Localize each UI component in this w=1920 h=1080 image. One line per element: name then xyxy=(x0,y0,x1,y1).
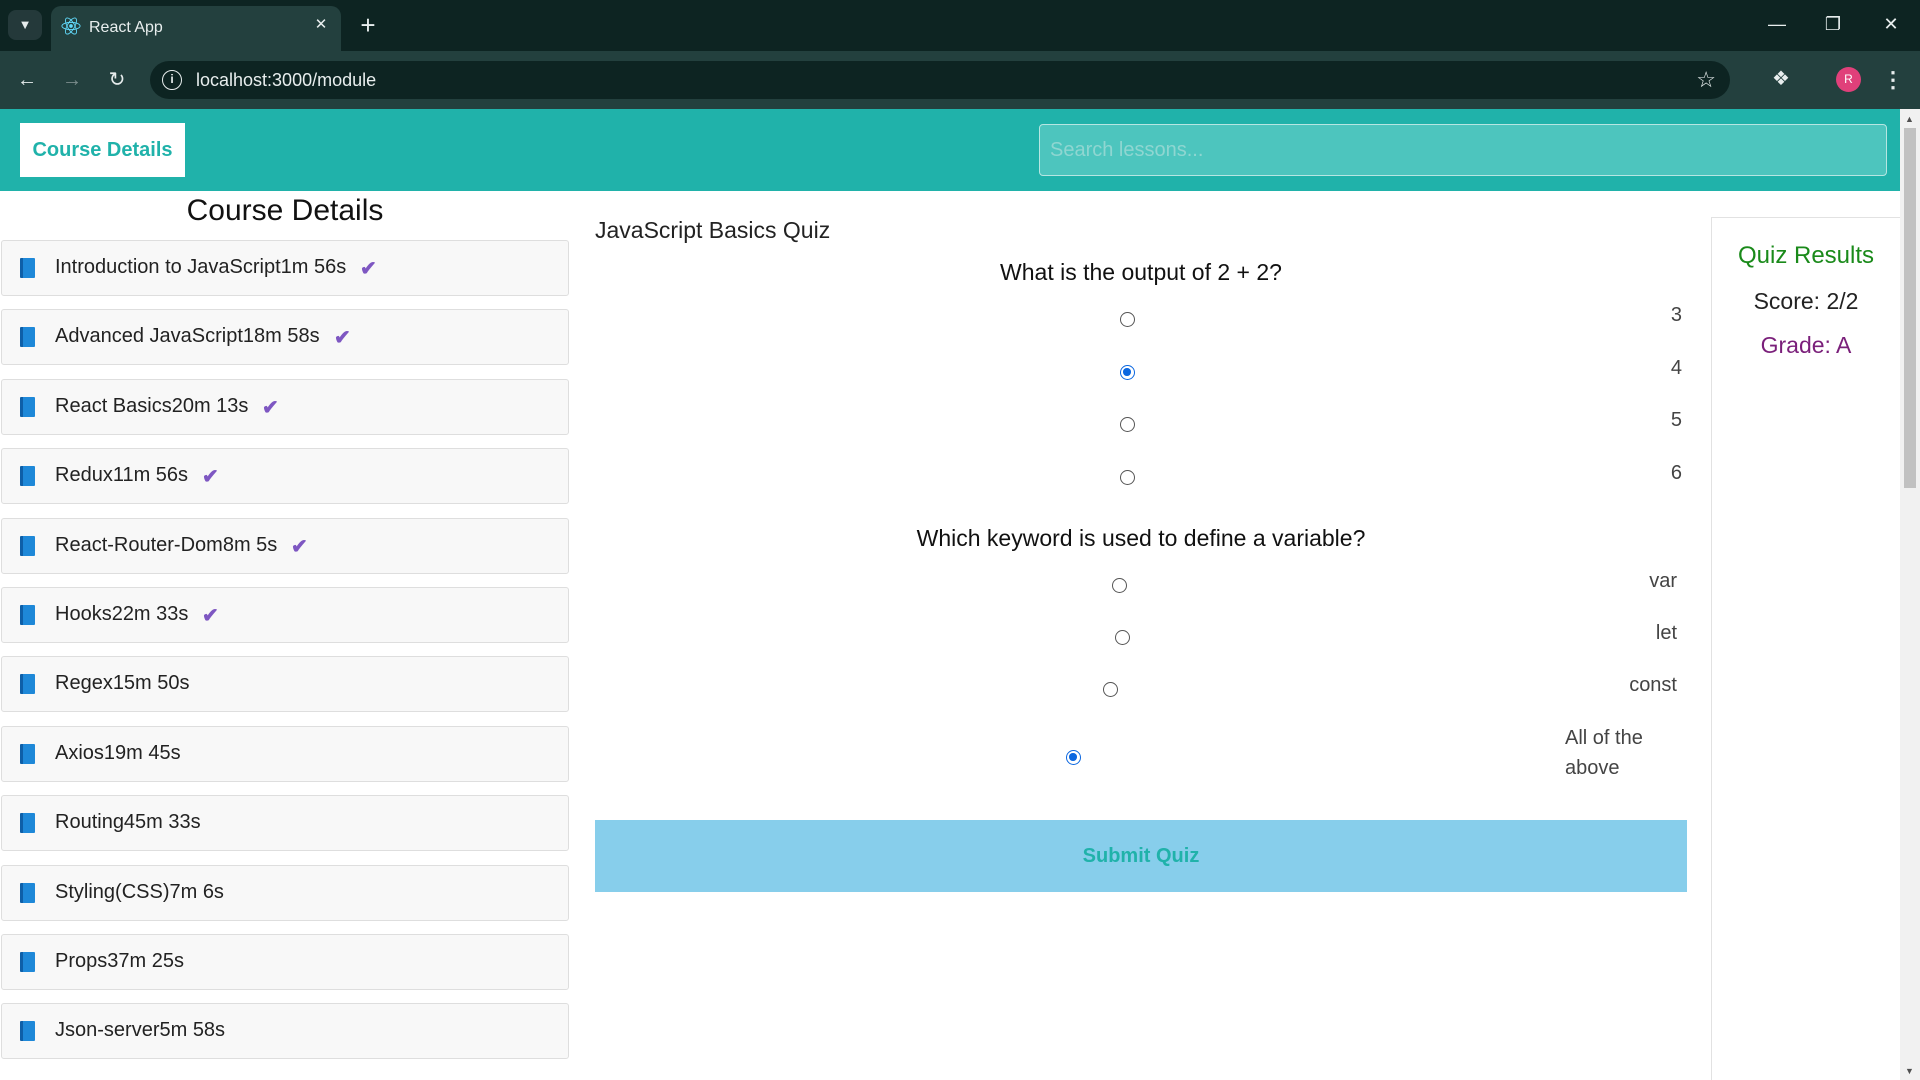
lesson-label: Advanced JavaScript18m 58s xyxy=(55,325,320,348)
lesson-label: Introduction to JavaScript1m 56s xyxy=(55,256,347,278)
profile-avatar[interactable]: R xyxy=(1836,67,1861,92)
completed-check-icon: ✔ xyxy=(334,327,351,350)
question-2-option-2-label[interactable]: let xyxy=(1585,622,1677,645)
book-icon xyxy=(20,674,35,695)
browser-tab[interactable]: React App ✕ xyxy=(51,6,341,51)
book-icon xyxy=(20,327,35,348)
app-header: Course Details xyxy=(0,109,1900,191)
question-2-option-1-label[interactable]: var xyxy=(1585,570,1677,593)
lesson-item[interactable]: Routing45m 33s xyxy=(1,795,569,852)
question-2-option-1-radio[interactable] xyxy=(1112,578,1127,593)
book-icon xyxy=(20,396,35,417)
results-title: Quiz Results xyxy=(1737,242,1875,269)
lesson-item[interactable]: Hooks22m 33s ✔ xyxy=(1,587,569,643)
submit-quiz-button[interactable]: Submit Quiz xyxy=(595,820,1687,892)
minimize-icon[interactable]: — xyxy=(1757,7,1797,41)
page-scrollbar[interactable]: ▲ ▼ xyxy=(1900,109,1920,1080)
browser-toolbar: ← → ↻ i localhost:3000/module ☆ ❖ R ⋮ xyxy=(0,51,1920,109)
lesson-item[interactable]: Styling(CSS)7m 6s xyxy=(1,864,569,921)
lesson-item[interactable]: Redux11m 56s ✔ xyxy=(1,448,569,505)
question-1-text: What is the output of 2 + 2? xyxy=(1000,259,1282,285)
question-2-option-4-radio[interactable] xyxy=(1066,750,1081,765)
question-2-text: Which keyword is used to define a variab… xyxy=(916,525,1366,551)
lesson-item[interactable]: Introduction to JavaScript1m 56s ✔ xyxy=(1,240,569,296)
lesson-label: Axios19m 45s xyxy=(55,741,181,764)
question-1-option-2-radio[interactable] xyxy=(1120,365,1135,380)
new-tab-icon[interactable]: + xyxy=(352,9,384,41)
reload-icon[interactable]: ↻ xyxy=(102,65,132,95)
tab-close-icon[interactable]: ✕ xyxy=(309,13,333,37)
book-icon xyxy=(20,466,35,487)
book-icon xyxy=(20,1021,35,1042)
question-2-option-4-label[interactable]: All of the above xyxy=(1565,723,1680,783)
lesson-label: Redux11m 56s xyxy=(55,464,189,487)
forward-icon[interactable]: → xyxy=(57,65,87,95)
lesson-item[interactable]: Props37m 25s xyxy=(1,934,569,990)
lesson-label: Styling(CSS)7m 6s xyxy=(55,880,224,903)
lesson-label: Routing45m 33s xyxy=(55,811,201,834)
question-1-option-2-label[interactable]: 4 xyxy=(1585,357,1682,380)
browser-titlebar: ▼ React App ✕ + — ❐ ✕ xyxy=(0,0,1920,51)
bookmark-star-icon[interactable]: ☆ xyxy=(1696,67,1716,93)
question-2-option-3-radio[interactable] xyxy=(1103,682,1118,697)
book-icon xyxy=(20,952,35,972)
completed-check-icon: ✔ xyxy=(202,466,219,489)
question-2-option-3-label[interactable]: const xyxy=(1585,674,1677,697)
question-2-option-2-radio[interactable] xyxy=(1115,630,1130,645)
site-info-icon[interactable]: i xyxy=(162,70,182,90)
lesson-item[interactable]: Json-server5m 58s xyxy=(1,1003,569,1060)
search-input[interactable] xyxy=(1039,124,1887,176)
scroll-down-arrow-icon[interactable]: ▼ xyxy=(1905,1066,1914,1076)
course-sidebar: Course Details Introduction to JavaScrip… xyxy=(0,191,570,1080)
react-logo-icon xyxy=(61,17,81,35)
question-1-option-1-label[interactable]: 3 xyxy=(1585,304,1682,327)
completed-check-icon: ✔ xyxy=(202,605,219,627)
question-1-option-4-label[interactable]: 6 xyxy=(1585,462,1682,485)
completed-check-icon: ✔ xyxy=(262,396,279,419)
lesson-label: Regex15m 50s xyxy=(55,672,190,695)
lesson-item[interactable]: Regex15m 50s xyxy=(1,656,569,713)
lesson-item[interactable]: React Basics20m 13s ✔ xyxy=(1,378,569,435)
restore-icon[interactable]: ❐ xyxy=(1813,7,1853,41)
lesson-label: React Basics20m 13s xyxy=(55,394,249,417)
book-icon xyxy=(20,743,35,764)
results-score: Score: 2/2 xyxy=(1753,288,1859,314)
address-bar[interactable]: i localhost:3000/module ☆ xyxy=(150,61,1730,99)
book-icon xyxy=(20,882,35,903)
book-icon xyxy=(20,605,35,625)
question-1-option-4-radio[interactable] xyxy=(1120,470,1135,485)
url-text[interactable]: localhost:3000/module xyxy=(196,70,376,91)
lesson-label: React-Router-Dom8m 5s xyxy=(55,533,278,556)
quiz-title: JavaScript Basics Quiz xyxy=(595,217,831,243)
tab-search-dropdown-button[interactable]: ▼ xyxy=(8,10,42,40)
completed-check-icon: ✔ xyxy=(360,258,377,280)
quiz-panel: JavaScript Basics Quiz What is the outpu… xyxy=(595,191,1687,1080)
book-icon xyxy=(20,258,35,278)
extensions-puzzle-icon[interactable]: ❖ xyxy=(1766,63,1796,95)
quiz-results-panel: Quiz Results Score: 2/2 Grade: A xyxy=(1711,217,1900,1080)
scroll-up-arrow-icon[interactable]: ▲ xyxy=(1905,114,1914,124)
lesson-item[interactable]: React-Router-Dom8m 5s ✔ xyxy=(1,517,569,574)
sidebar-title: Course Details xyxy=(186,194,384,227)
completed-check-icon: ✔ xyxy=(291,535,308,558)
browser-menu-icon[interactable]: ⋮ xyxy=(1882,64,1904,96)
book-icon xyxy=(20,813,35,834)
back-icon[interactable]: ← xyxy=(12,65,42,95)
tab-title: React App xyxy=(89,19,163,36)
course-details-button[interactable]: Course Details xyxy=(20,123,185,177)
results-grade: Grade: A xyxy=(1760,332,1852,358)
book-icon xyxy=(20,535,35,556)
lesson-label: Props37m 25s xyxy=(55,950,184,972)
lesson-item[interactable]: Advanced JavaScript18m 58s ✔ xyxy=(1,309,569,366)
lesson-label: Json-server5m 58s xyxy=(55,1019,226,1042)
question-1-option-3-radio[interactable] xyxy=(1120,417,1135,432)
close-window-icon[interactable]: ✕ xyxy=(1871,7,1911,41)
scrollbar-thumb[interactable] xyxy=(1904,128,1916,488)
lesson-label: Hooks22m 33s xyxy=(55,603,189,625)
question-1-option-1-radio[interactable] xyxy=(1120,312,1135,327)
question-1-option-3-label[interactable]: 5 xyxy=(1585,409,1682,432)
lesson-item[interactable]: Axios19m 45s xyxy=(1,725,569,782)
